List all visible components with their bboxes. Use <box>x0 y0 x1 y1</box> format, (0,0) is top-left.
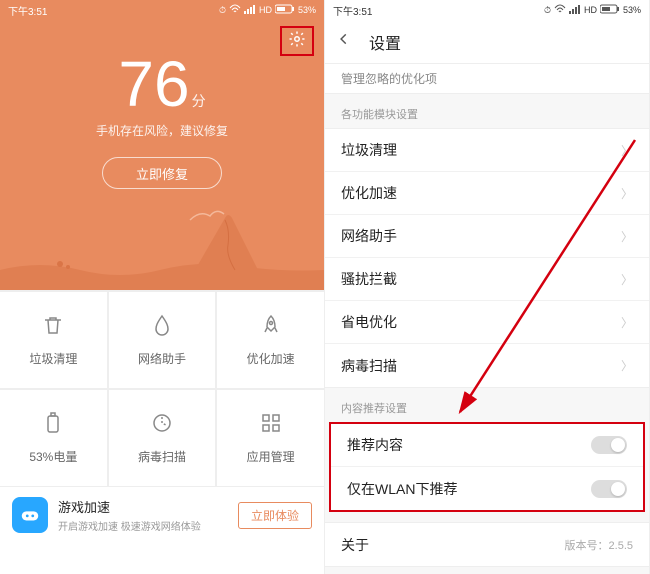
status-time: 下午3:51 <box>8 3 47 18</box>
score-row: 76分 <box>0 52 324 116</box>
back-button[interactable] <box>337 32 351 51</box>
drop-icon <box>150 313 174 340</box>
promo-subtitle: 开启游戏加速 极速游戏网络体验 <box>58 518 228 533</box>
item-trash-cleanup[interactable]: 垃圾清理 〉 <box>325 129 649 172</box>
battery-icon <box>41 411 65 438</box>
section-modules-title: 各功能模块设置 <box>325 94 649 128</box>
scan-icon <box>150 411 174 438</box>
chevron-right-icon: 〉 <box>621 228 633 245</box>
trash-icon <box>41 313 65 340</box>
score-number: 76 <box>118 52 189 116</box>
item-virus-scan[interactable]: 病毒扫描 〉 <box>325 344 649 387</box>
annotation-highlight-gear <box>280 26 314 56</box>
annotation-highlight-toggles: 推荐内容 仅在WLAN下推荐 <box>329 422 645 512</box>
item-label: 推荐内容 <box>347 435 403 455</box>
item-network-helper[interactable]: 网络助手 〉 <box>325 215 649 258</box>
item-label: 垃圾清理 <box>341 140 397 160</box>
item-optimize-speed[interactable]: 优化加速 〉 <box>325 172 649 215</box>
hd-label: HD <box>259 5 272 15</box>
hd-label: HD <box>584 5 597 15</box>
item-label: 仅在WLAN下推荐 <box>347 479 457 499</box>
grid-network-helper[interactable]: 网络助手 <box>109 292 216 388</box>
landscape-illustration <box>0 200 324 290</box>
alarm-icon: ⏱ <box>544 5 551 16</box>
wifi-icon <box>229 4 241 16</box>
toggle-wlan-only[interactable] <box>591 480 627 498</box>
battery-icon <box>275 4 295 16</box>
game-boost-icon <box>12 497 48 533</box>
grid-label: 优化加速 <box>247 350 295 367</box>
left-hero-area: 下午3:51 ⏱ HD 53% <box>0 0 324 290</box>
grid-app-management[interactable]: 应用管理 <box>217 390 324 486</box>
promo-title: 游戏加速 <box>58 497 228 516</box>
battery-icon <box>600 4 620 16</box>
item-label: 网络助手 <box>341 226 397 246</box>
grid-trash-cleanup[interactable]: 垃圾清理 <box>0 292 107 388</box>
apps-icon <box>259 411 283 438</box>
modules-list: 垃圾清理 〉 优化加速 〉 网络助手 〉 骚扰拦截 〉 省电优化 〉 病毒扫描 … <box>325 128 649 388</box>
fix-now-label: 立即修复 <box>136 164 188 183</box>
item-power-saver[interactable]: 省电优化 〉 <box>325 301 649 344</box>
item-about[interactable]: 关于 版本号：2.5.5 <box>325 523 649 566</box>
section-recommend-title: 内容推荐设置 <box>325 388 649 422</box>
about-list: 关于 版本号：2.5.5 <box>325 522 649 567</box>
alarm-icon: ⏱ <box>219 5 226 16</box>
status-bar: 下午3:51 ⏱ HD 53% <box>325 0 649 20</box>
promo-btn-label: 立即体验 <box>251 509 299 523</box>
settings-title: 设置 <box>369 30 401 54</box>
item-label: 省电优化 <box>341 312 397 332</box>
fix-now-button[interactable]: 立即修复 <box>102 157 222 189</box>
battery-percent: 53% <box>298 5 316 15</box>
phone-left-security-center: 下午3:51 ⏱ HD 53% <box>0 0 325 574</box>
feature-grid: 垃圾清理 网络助手 优化加速 53%电量 病毒扫描 <box>0 290 324 486</box>
truncated-row[interactable]: 管理忽略的优化项 <box>325 64 649 94</box>
chevron-right-icon: 〉 <box>621 271 633 288</box>
status-bar: 下午3:51 ⏱ HD 53% <box>0 0 324 20</box>
toggle-recommend[interactable] <box>591 436 627 454</box>
battery-percent: 53% <box>623 5 641 15</box>
promo-row[interactable]: 游戏加速 开启游戏加速 极速游戏网络体验 立即体验 <box>0 486 324 543</box>
chevron-right-icon: 〉 <box>621 357 633 374</box>
status-right: ⏱ HD 53% <box>544 4 641 16</box>
recommend-list: 推荐内容 仅在WLAN下推荐 <box>331 424 643 510</box>
item-recommend-wlan-only[interactable]: 仅在WLAN下推荐 <box>331 467 643 510</box>
score-unit: 分 <box>192 93 206 109</box>
grid-label: 垃圾清理 <box>29 350 77 367</box>
promo-try-button[interactable]: 立即体验 <box>238 502 312 529</box>
status-time: 下午3:51 <box>333 3 372 18</box>
grid-label: 应用管理 <box>247 448 295 465</box>
score-subtitle: 手机存在风险，建议修复 <box>0 122 324 139</box>
item-label: 优化加速 <box>341 183 397 203</box>
grid-label: 53%电量 <box>29 448 77 465</box>
version-text: 版本号：2.5.5 <box>565 537 633 553</box>
item-label: 关于 <box>341 535 369 555</box>
grid-battery[interactable]: 53%电量 <box>0 390 107 486</box>
chevron-right-icon: 〉 <box>621 314 633 331</box>
item-label: 骚扰拦截 <box>341 269 397 289</box>
grid-label: 病毒扫描 <box>138 448 186 465</box>
chevron-right-icon: 〉 <box>621 185 633 202</box>
grid-optimize-speed[interactable]: 优化加速 <box>217 292 324 388</box>
promo-text: 游戏加速 开启游戏加速 极速游戏网络体验 <box>58 497 228 533</box>
item-recommend-content[interactable]: 推荐内容 <box>331 424 643 467</box>
rocket-icon <box>259 313 283 340</box>
grid-label: 网络助手 <box>138 350 186 367</box>
chevron-right-icon: 〉 <box>621 142 633 159</box>
phone-right-settings: 下午3:51 ⏱ HD 53% 设置 管理忽略的优化项 各功能模块设置 垃圾清理… <box>325 0 650 574</box>
wifi-icon <box>554 4 566 16</box>
gear-icon[interactable] <box>288 30 306 53</box>
signal-icon <box>244 4 256 16</box>
signal-icon <box>569 4 581 16</box>
item-label: 病毒扫描 <box>341 356 397 376</box>
grid-virus-scan[interactable]: 病毒扫描 <box>109 390 216 486</box>
score-display: 76分 手机存在风险，建议修复 立即修复 <box>0 52 324 189</box>
item-block-harassment[interactable]: 骚扰拦截 〉 <box>325 258 649 301</box>
settings-header: 设置 <box>325 20 649 64</box>
status-right: ⏱ HD 53% <box>219 4 316 16</box>
